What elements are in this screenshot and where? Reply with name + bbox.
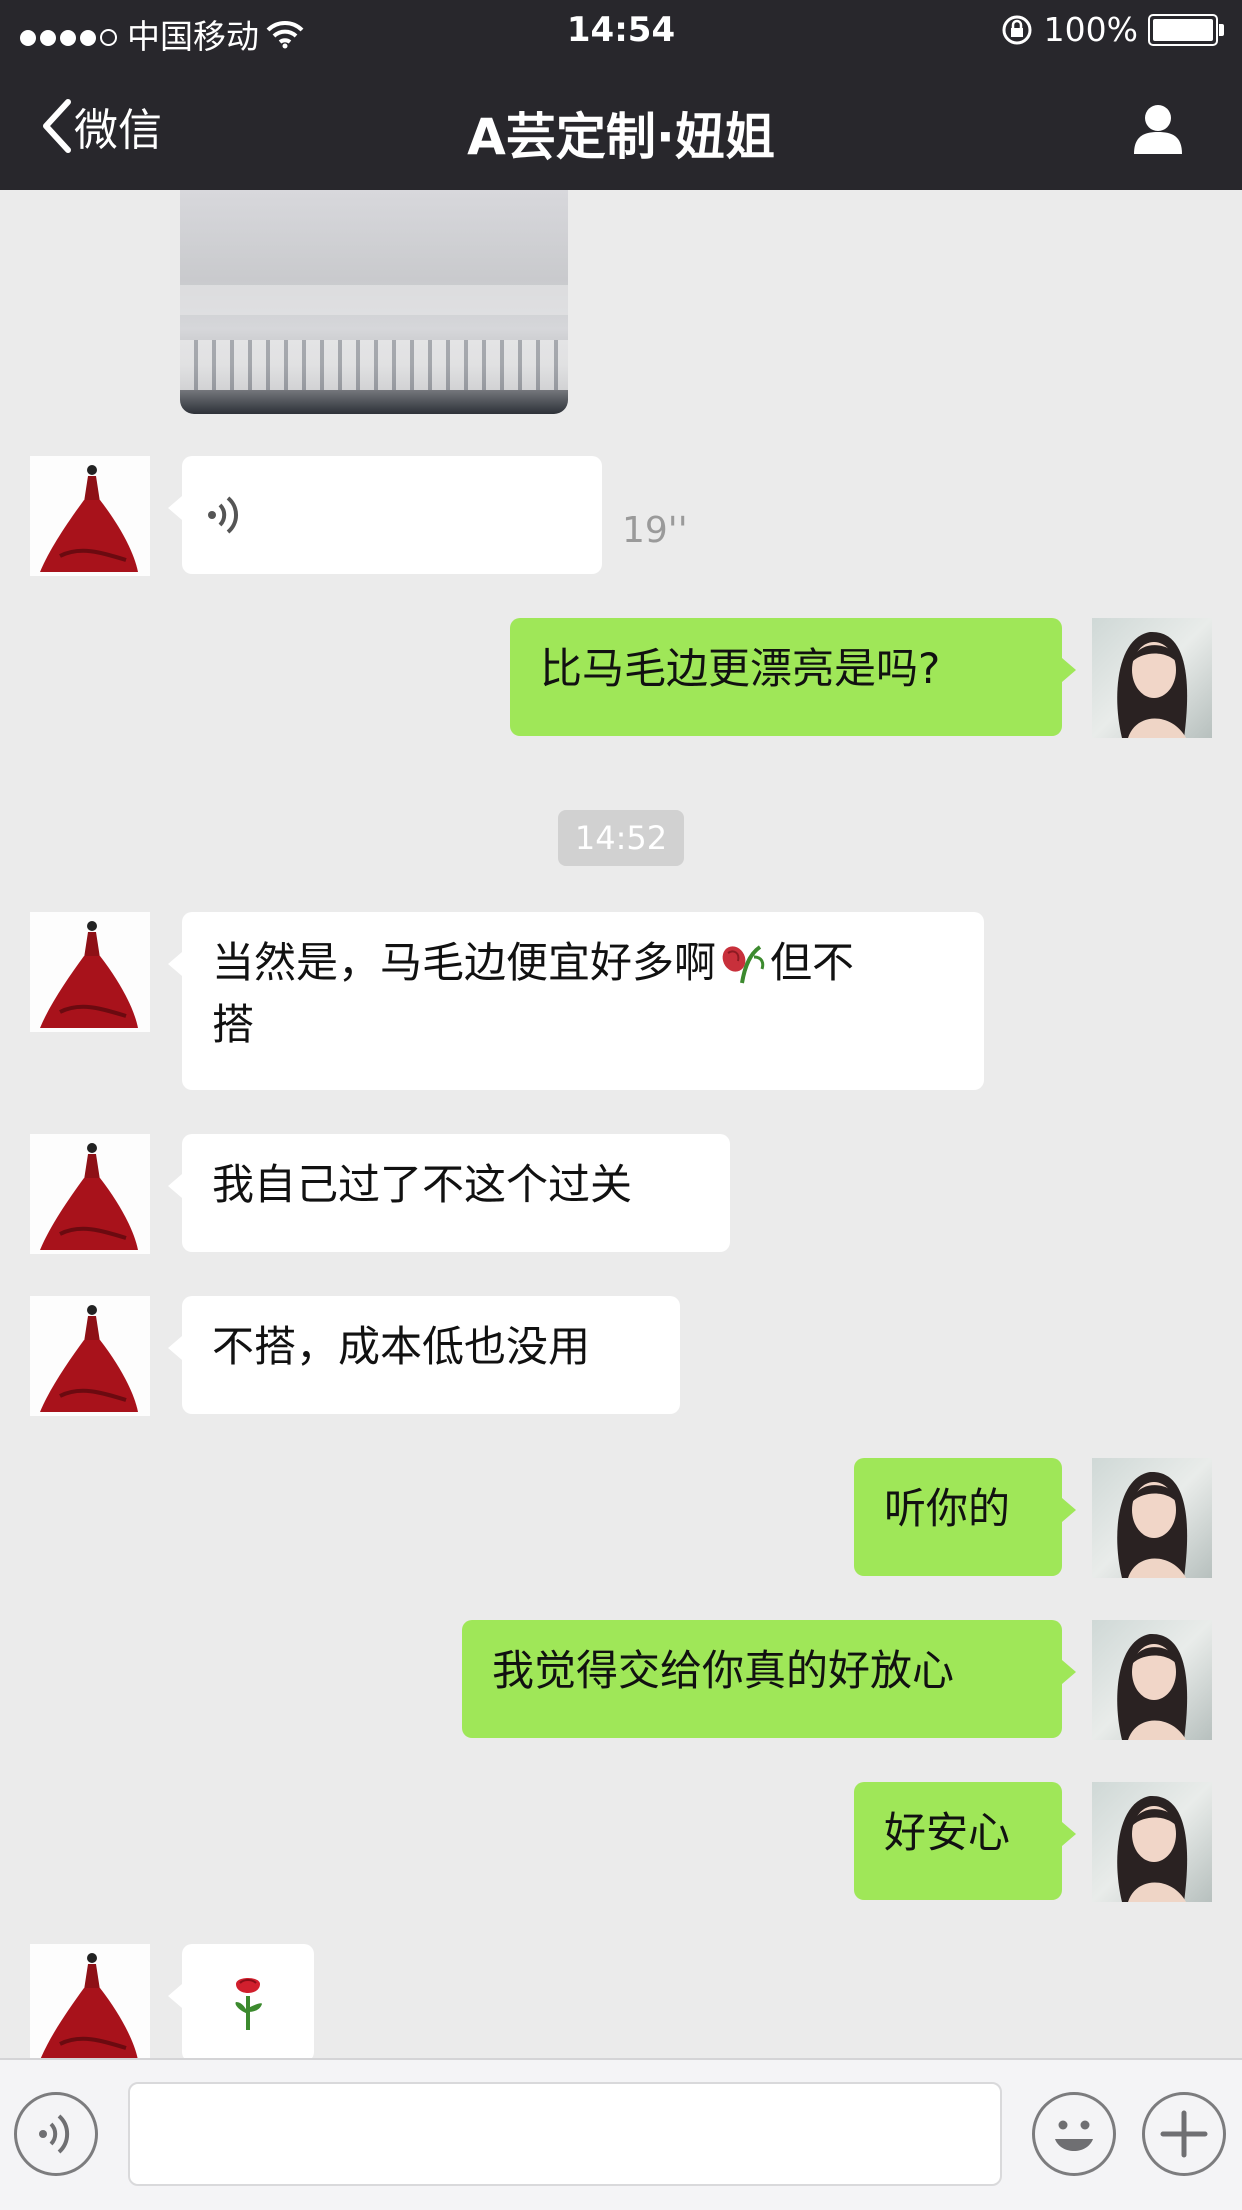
- girl-avatar-icon: [1117, 631, 1188, 738]
- battery-icon: [1148, 13, 1224, 46]
- received-message[interactable]: 我自己过了不这个过关: [168, 1134, 730, 1252]
- chat-area[interactable]: 19'' 比马毛边更漂亮是吗? 14:52 当然是，马毛边便宜好多啊 但不 搭 …: [0, 190, 1242, 2058]
- my-avatar[interactable]: [1092, 1620, 1212, 1740]
- top-bar: 中国移动 14:54 100% 微信 A芸定制·妞姐: [0, 0, 1242, 190]
- received-message[interactable]: 不搭，成本低也没用: [168, 1296, 680, 1414]
- sent-message[interactable]: 比马毛边更漂亮是吗?: [510, 618, 1076, 736]
- dress-avatar-icon: [40, 1143, 138, 1250]
- message-line: 当然是，马毛边便宜好多啊 但不: [212, 932, 954, 994]
- contact-avatar[interactable]: [30, 456, 150, 576]
- input-bar: [0, 2058, 1242, 2210]
- profile-button[interactable]: [1130, 100, 1186, 160]
- contact-avatar[interactable]: [30, 1296, 150, 1416]
- message-input[interactable]: [128, 2082, 1002, 2186]
- my-avatar[interactable]: [1092, 618, 1212, 738]
- dress-avatar-icon: [40, 1305, 138, 1412]
- message-text: 但不: [770, 938, 855, 987]
- dress-avatar-icon: [40, 921, 138, 1028]
- sent-message[interactable]: 好安心: [854, 1782, 1076, 1900]
- add-button[interactable]: [1142, 2092, 1226, 2176]
- smiley-icon: [1055, 2120, 1093, 2151]
- emoji-button[interactable]: [1032, 2092, 1116, 2176]
- rose-icon: [235, 1978, 262, 2030]
- timestamp: 14:52: [558, 810, 684, 866]
- contact-avatar[interactable]: [30, 1134, 150, 1254]
- my-avatar[interactable]: [1092, 1458, 1212, 1578]
- nav-bar: 微信 A芸定制·妞姐: [0, 62, 1242, 190]
- voice-button[interactable]: [14, 2092, 98, 2176]
- status-right: 100%: [1000, 10, 1224, 49]
- person-icon: [1134, 105, 1182, 154]
- dress-avatar-icon: [40, 1953, 138, 2058]
- wilted-rose-icon: [722, 945, 765, 984]
- voice-icon: [39, 2114, 70, 2154]
- contact-avatar[interactable]: [30, 912, 150, 1032]
- my-avatar[interactable]: [1092, 1782, 1212, 1902]
- girl-avatar-icon: [1117, 1471, 1188, 1578]
- emoji-message[interactable]: [168, 1944, 314, 2058]
- plus-icon: [1160, 2110, 1208, 2158]
- dress-avatar-icon: [40, 465, 138, 572]
- sent-message[interactable]: 我觉得交给你真的好放心: [462, 1620, 1076, 1738]
- status-bar: 中国移动 14:54 100%: [0, 0, 1242, 62]
- voice-message[interactable]: [168, 456, 602, 574]
- voice-icon: [208, 496, 239, 534]
- rotation-lock-icon: [1002, 15, 1032, 44]
- chat-title: A芸定制·妞姐: [467, 108, 775, 166]
- message-text: 当然是，马毛边便宜好多啊: [212, 938, 717, 987]
- voice-duration: 19'': [622, 510, 688, 551]
- girl-avatar-icon: [1117, 1795, 1188, 1902]
- message-text: 搭: [212, 1000, 255, 1049]
- received-message[interactable]: 当然是，马毛边便宜好多啊 但不 搭: [168, 912, 984, 1090]
- image-message[interactable]: [180, 190, 568, 414]
- contact-avatar[interactable]: [30, 1944, 150, 2058]
- sent-message[interactable]: 听你的: [854, 1458, 1076, 1576]
- battery-percent: 100%: [1043, 10, 1138, 49]
- girl-avatar-icon: [1117, 1633, 1188, 1740]
